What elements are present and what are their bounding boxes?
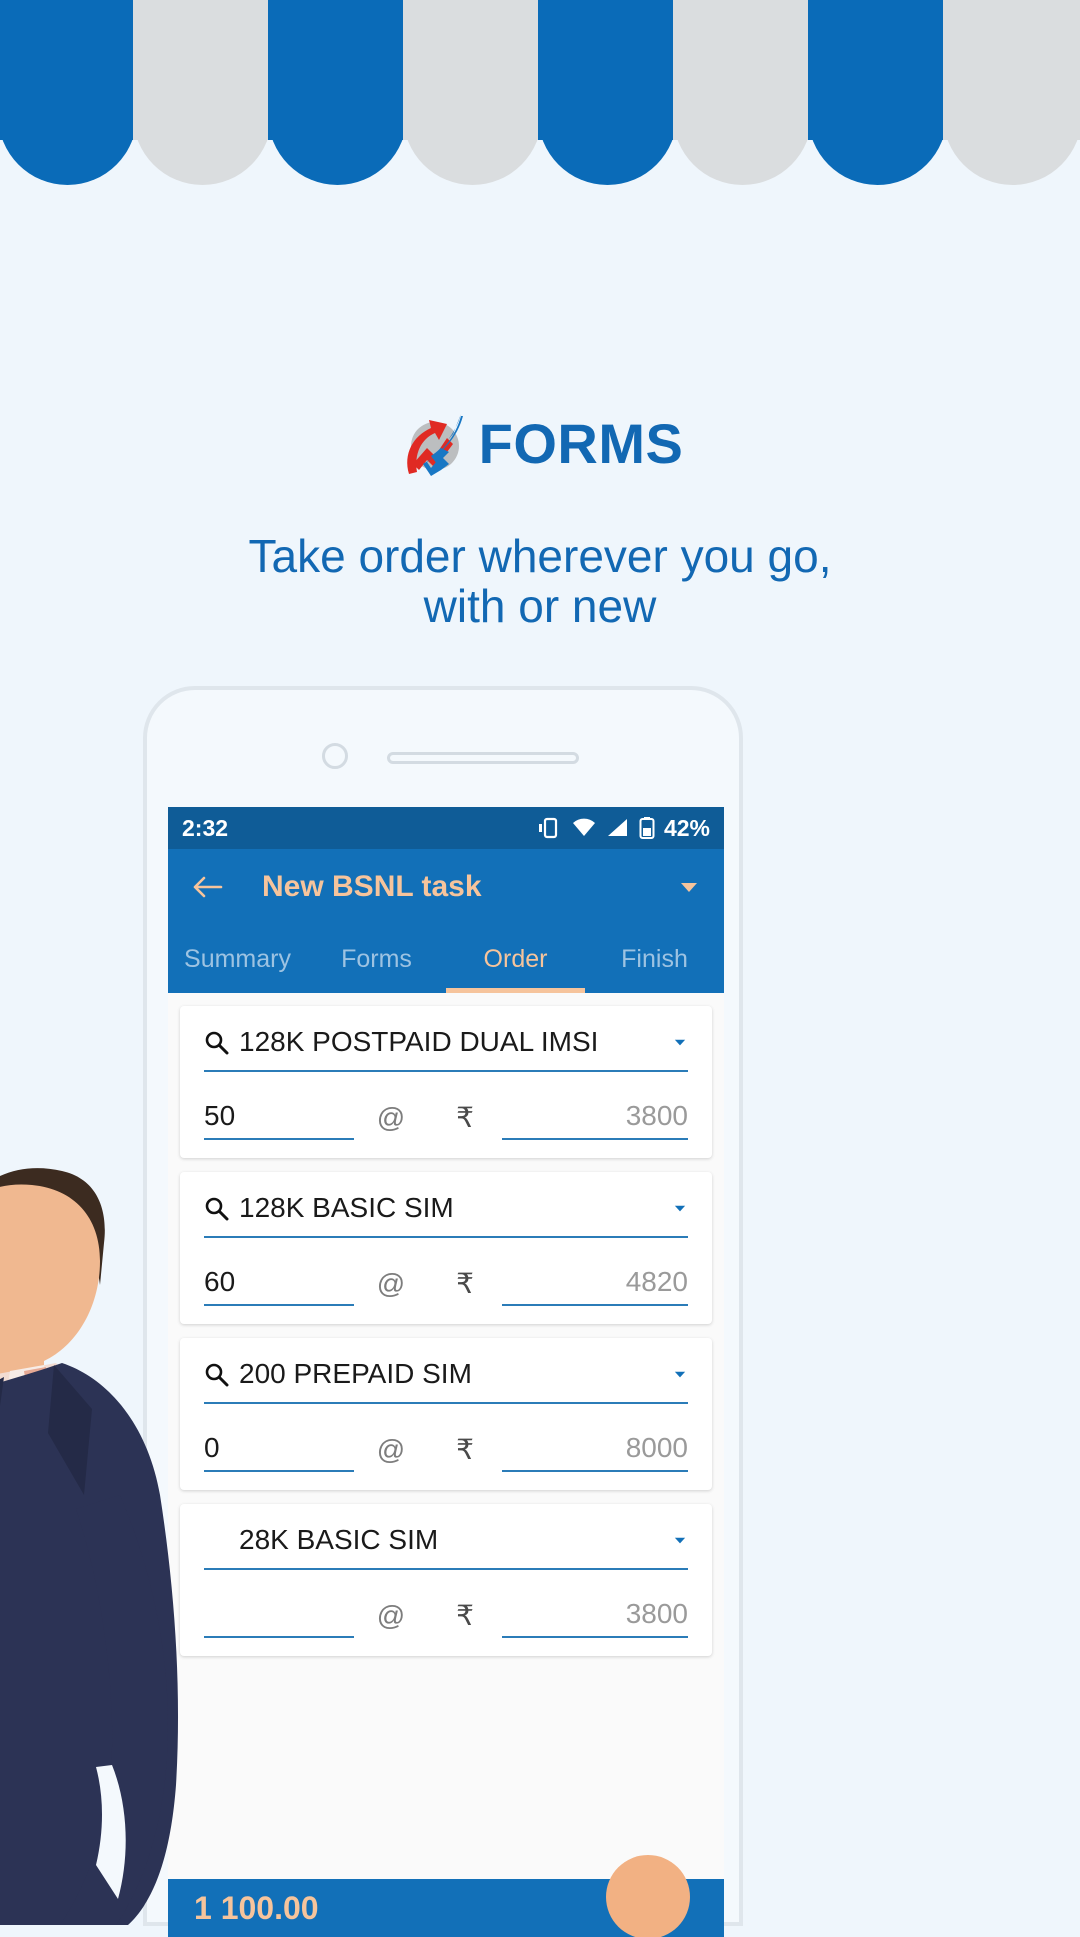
chevron-down-icon[interactable] (660, 1360, 688, 1388)
brand-title: FORMS (478, 412, 684, 475)
order-row[interactable]: 128K POSTPAID DUAL IMSI 50 @ ₹ 3800 (180, 1006, 712, 1158)
tab-summary[interactable]: Summary (168, 925, 307, 993)
at-symbol: @ (376, 1102, 406, 1133)
brand-row: FORMS (0, 408, 1080, 480)
at-symbol: @ (376, 1600, 406, 1631)
add-fab-icon[interactable] (606, 1855, 690, 1937)
hero-tagline: Take order wherever you go, with or new (0, 530, 1080, 632)
awning-stripe (133, 0, 272, 185)
chevron-down-icon[interactable] (660, 1194, 688, 1222)
price-input[interactable]: 3800 (502, 1100, 688, 1140)
quantity-input[interactable]: 50 (204, 1100, 354, 1140)
tab-forms[interactable]: Forms (307, 925, 446, 993)
page-title: New BSNL task (262, 870, 482, 903)
price-input[interactable]: 8000 (502, 1432, 688, 1472)
arrow-chart-logo-icon (397, 408, 469, 480)
chevron-down-icon[interactable] (660, 1028, 688, 1056)
item-name: 128K POSTPAID DUAL IMSI (239, 1026, 599, 1057)
price-input[interactable]: 3800 (502, 1598, 688, 1638)
awning-stripe (808, 0, 947, 185)
chevron-down-icon[interactable] (676, 874, 702, 900)
rupee-icon: ₹ (456, 1434, 474, 1465)
status-icons: 42% (536, 815, 710, 842)
awning-stripe (0, 0, 137, 185)
rupee-icon: ₹ (456, 1268, 474, 1299)
item-selector[interactable]: 128K POSTPAID DUAL IMSI (204, 1026, 688, 1072)
awning-stripe (673, 0, 812, 185)
awning-stripe (403, 0, 542, 185)
signal-icon (607, 819, 627, 836)
vibrate-icon (538, 817, 558, 839)
tab-finish[interactable]: Finish (585, 925, 724, 993)
search-icon (205, 1031, 229, 1054)
status-bar: 2:32 42% (168, 807, 724, 849)
status-time: 2:32 (182, 814, 229, 841)
back-arrow-icon[interactable] (190, 870, 224, 904)
chevron-down-icon[interactable] (660, 1526, 688, 1554)
rupee-icon: ₹ (456, 1102, 474, 1133)
camera-dot-icon (322, 743, 348, 769)
at-symbol: @ (376, 1434, 406, 1465)
awning-stripe (268, 0, 407, 185)
tab-order[interactable]: Order (446, 925, 585, 993)
rupee-icon: ₹ (456, 1600, 474, 1631)
awning-stripe (943, 0, 1080, 185)
price-input[interactable]: 4820 (502, 1266, 688, 1306)
tagline-line-1: Take order wherever you go, (248, 530, 832, 582)
wifi-icon (572, 818, 595, 836)
tagline-line-2: with or new (423, 579, 657, 632)
battery-icon (639, 817, 655, 839)
awning-banner (0, 0, 1080, 185)
qty-price-row: 50 @ ₹ 3800 (204, 1100, 688, 1140)
awning-stripe (538, 0, 677, 185)
tab-bar: Summary Forms Order Finish (168, 925, 724, 993)
app-bar: New BSNL task (168, 849, 724, 925)
earpiece-speaker-icon (387, 752, 579, 764)
salesman-illustration (0, 1168, 179, 1925)
battery-percent-label: 42% (663, 814, 710, 841)
at-symbol: @ (376, 1268, 406, 1299)
